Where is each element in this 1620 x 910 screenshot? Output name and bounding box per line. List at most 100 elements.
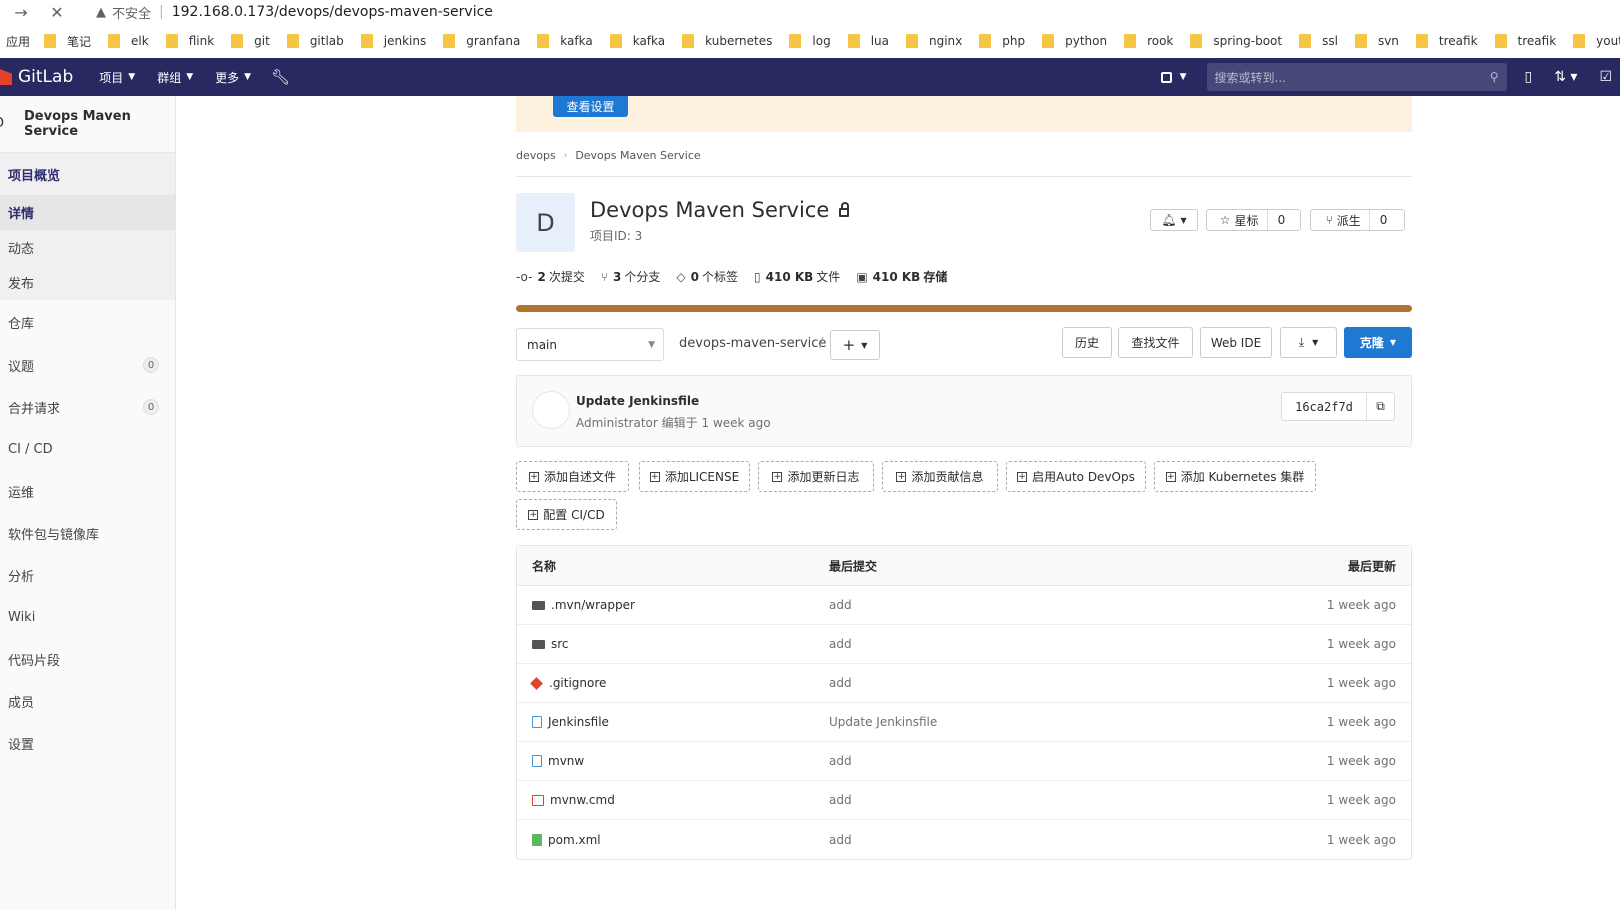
admin-wrench-icon[interactable]: 🔧︎ [271, 68, 290, 86]
nav-projects[interactable]: 项目 ▼ [99, 69, 135, 86]
table-row[interactable]: mvnw.cmd add 1 week ago [517, 781, 1411, 820]
storage-stat[interactable]: ▣ 410 KB 存储 [856, 268, 950, 285]
file-name-link[interactable]: mvnw.cmd [550, 793, 615, 807]
apps-bookmark[interactable]: 应用 [6, 33, 30, 50]
bookmark-item[interactable]: nginx [905, 34, 962, 48]
fork-button[interactable]: ⑂ 派生 0 [1310, 209, 1405, 231]
configure-cicd-button[interactable]: + 配置 CI/CD [516, 499, 617, 530]
new-item-dropdown[interactable]: ▼ [1160, 71, 1187, 83]
bookmark-item[interactable]: log [789, 34, 831, 48]
view-settings-button[interactable]: 查看设置 [553, 96, 628, 117]
add-kubernetes-cluster-button[interactable]: + 添加 Kubernetes 集群 [1154, 461, 1316, 492]
tags-stat[interactable]: ◇ 0 个标签 [676, 268, 738, 285]
bookmark-item[interactable]: git [231, 34, 270, 48]
merge-requests-icon[interactable]: ⇅ ▾ [1554, 69, 1577, 85]
bookmark-item[interactable]: elk [108, 34, 149, 48]
bookmark-item[interactable]: svn [1354, 34, 1399, 48]
table-row[interactable]: src add 1 week ago [517, 625, 1411, 664]
sidebar-item-snippets[interactable]: 代码片段 [0, 638, 175, 680]
sidebar-project-header[interactable]: D Devops Maven Service [0, 96, 175, 152]
bookmark-item[interactable]: treafik [1415, 34, 1478, 48]
file-name-link[interactable]: src [551, 637, 569, 651]
file-name-link[interactable]: .gitignore [549, 676, 606, 690]
bookmark-item[interactable]: kafka [537, 34, 593, 48]
commit-sha[interactable]: 16ca2f7d [1281, 392, 1367, 421]
table-row[interactable]: .mvn/wrapper add 1 week ago [517, 586, 1411, 625]
sidebar-item-wiki[interactable]: Wiki [0, 596, 175, 638]
branch-selector[interactable]: main ▼ [516, 328, 664, 361]
sidebar-item-members[interactable]: 成员 [0, 680, 175, 722]
download-dropdown[interactable]: ⤓ ▼ [1280, 327, 1337, 358]
add-contributing-button[interactable]: + 添加贡献信息 [882, 461, 998, 492]
commits-stat[interactable]: -o- 2 次提交 [516, 268, 585, 285]
bookmark-item[interactable]: php [979, 34, 1025, 48]
sidebar-item-activity[interactable]: 动态 [0, 230, 175, 265]
file-name-link[interactable]: .mvn/wrapper [551, 598, 635, 612]
sidebar-item-releases[interactable]: 发布 [0, 265, 175, 300]
branches-stat[interactable]: ⑂ 3 个分支 [601, 268, 661, 285]
url-input[interactable]: 192.168.0.173/devops/devops-maven-servic… [172, 4, 493, 20]
commit-message-link[interactable]: add [829, 598, 852, 612]
add-to-tree-dropdown[interactable]: + ▼ [830, 330, 880, 360]
add-license-button[interactable]: + 添加LICENSE [639, 461, 750, 492]
commit-title-link[interactable]: Update Jenkinsfile [576, 394, 699, 408]
sidebar-item-repository[interactable]: 仓库 [0, 300, 175, 344]
table-row[interactable]: Jenkinsfile Update Jenkinsfile 1 week ag… [517, 703, 1411, 742]
add-changelog-button[interactable]: + 添加更新日志 [758, 461, 874, 492]
files-stat[interactable]: ▯ 410 KB 文件 [754, 268, 840, 285]
bookmark-item[interactable]: rook [1124, 34, 1173, 48]
search-input[interactable]: 搜索或转到... ⚲ [1206, 63, 1507, 91]
enable-auto-devops-button[interactable]: + 启用Auto DevOps [1006, 461, 1146, 492]
bookmark-item[interactable]: flink [165, 34, 214, 48]
history-button[interactable]: 历史 [1062, 327, 1112, 358]
sidebar-item-operations[interactable]: 运维 [0, 470, 175, 512]
find-file-button[interactable]: 查找文件 [1118, 327, 1193, 358]
bookmark-item[interactable]: spring-boot [1190, 34, 1282, 48]
add-readme-button[interactable]: + 添加自述文件 [516, 461, 629, 492]
bookmark-item[interactable]: youtube [1573, 34, 1620, 48]
sidebar-item-overview[interactable]: 项目概览 [0, 153, 175, 195]
table-row[interactable]: .gitignore add 1 week ago [517, 664, 1411, 703]
forward-arrow-icon[interactable]: → [8, 3, 34, 22]
bookmark-item[interactable]: 笔记 [44, 33, 91, 50]
sidebar-item-packages[interactable]: 软件包与镜像库 [0, 512, 175, 554]
todos-icon[interactable]: ☑ [1599, 69, 1612, 85]
bookmark-item[interactable]: gitlab [286, 34, 344, 48]
bookmark-item[interactable]: treafik [1494, 34, 1556, 48]
sidebar-item-issues[interactable]: 议题 0 [0, 344, 175, 386]
table-row[interactable]: pom.xml add 1 week ago [517, 820, 1411, 859]
issues-icon[interactable]: ▯ [1525, 69, 1533, 85]
breadcrumb-project-link[interactable]: Devops Maven Service [575, 149, 700, 162]
web-ide-button[interactable]: Web IDE [1200, 327, 1272, 358]
sidebar-item-settings[interactable]: 设置 [0, 722, 175, 764]
repo-path-link[interactable]: devops-maven-service [679, 336, 826, 351]
sidebar-item-analytics[interactable]: 分析 [0, 554, 175, 596]
file-name-link[interactable]: Jenkinsfile [548, 715, 609, 729]
bookmark-item[interactable]: ssl [1299, 34, 1338, 48]
sidebar-item-merge-requests[interactable]: 合并请求 0 [0, 386, 175, 428]
file-name-link[interactable]: pom.xml [548, 833, 601, 847]
bookmark-item[interactable]: python [1042, 34, 1107, 48]
avatar[interactable] [532, 391, 570, 429]
commit-message-link[interactable]: Update Jenkinsfile [829, 715, 937, 729]
commit-message-link[interactable]: add [829, 637, 852, 651]
gitlab-logo[interactable]: GitLab [0, 67, 73, 87]
star-button[interactable]: ☆ 星标 0 [1206, 209, 1301, 231]
stop-loading-icon[interactable]: ✕ [44, 3, 70, 22]
bookmark-item[interactable]: granfana [443, 34, 520, 48]
sidebar-item-cicd[interactable]: CI / CD [0, 428, 175, 470]
breadcrumb-group-link[interactable]: devops [516, 149, 556, 162]
bookmark-item[interactable]: kubernetes [682, 34, 772, 48]
bookmark-item[interactable]: lua [847, 34, 889, 48]
bookmark-item[interactable]: kafka [609, 34, 665, 48]
nav-groups[interactable]: 群组 ▼ [157, 69, 193, 86]
commit-message-link[interactable]: add [829, 833, 852, 847]
commit-author[interactable]: Administrator [576, 416, 658, 430]
notification-dropdown[interactable]: 🔔︎ ▼ [1150, 209, 1198, 231]
commit-message-link[interactable]: add [829, 676, 852, 690]
commit-message-link[interactable]: add [829, 754, 852, 768]
sidebar-item-details[interactable]: 详情 [0, 195, 175, 230]
copy-icon[interactable]: ⧉ [1366, 392, 1395, 421]
file-name-link[interactable]: mvnw [548, 754, 584, 768]
bookmark-item[interactable]: jenkins [360, 34, 426, 48]
